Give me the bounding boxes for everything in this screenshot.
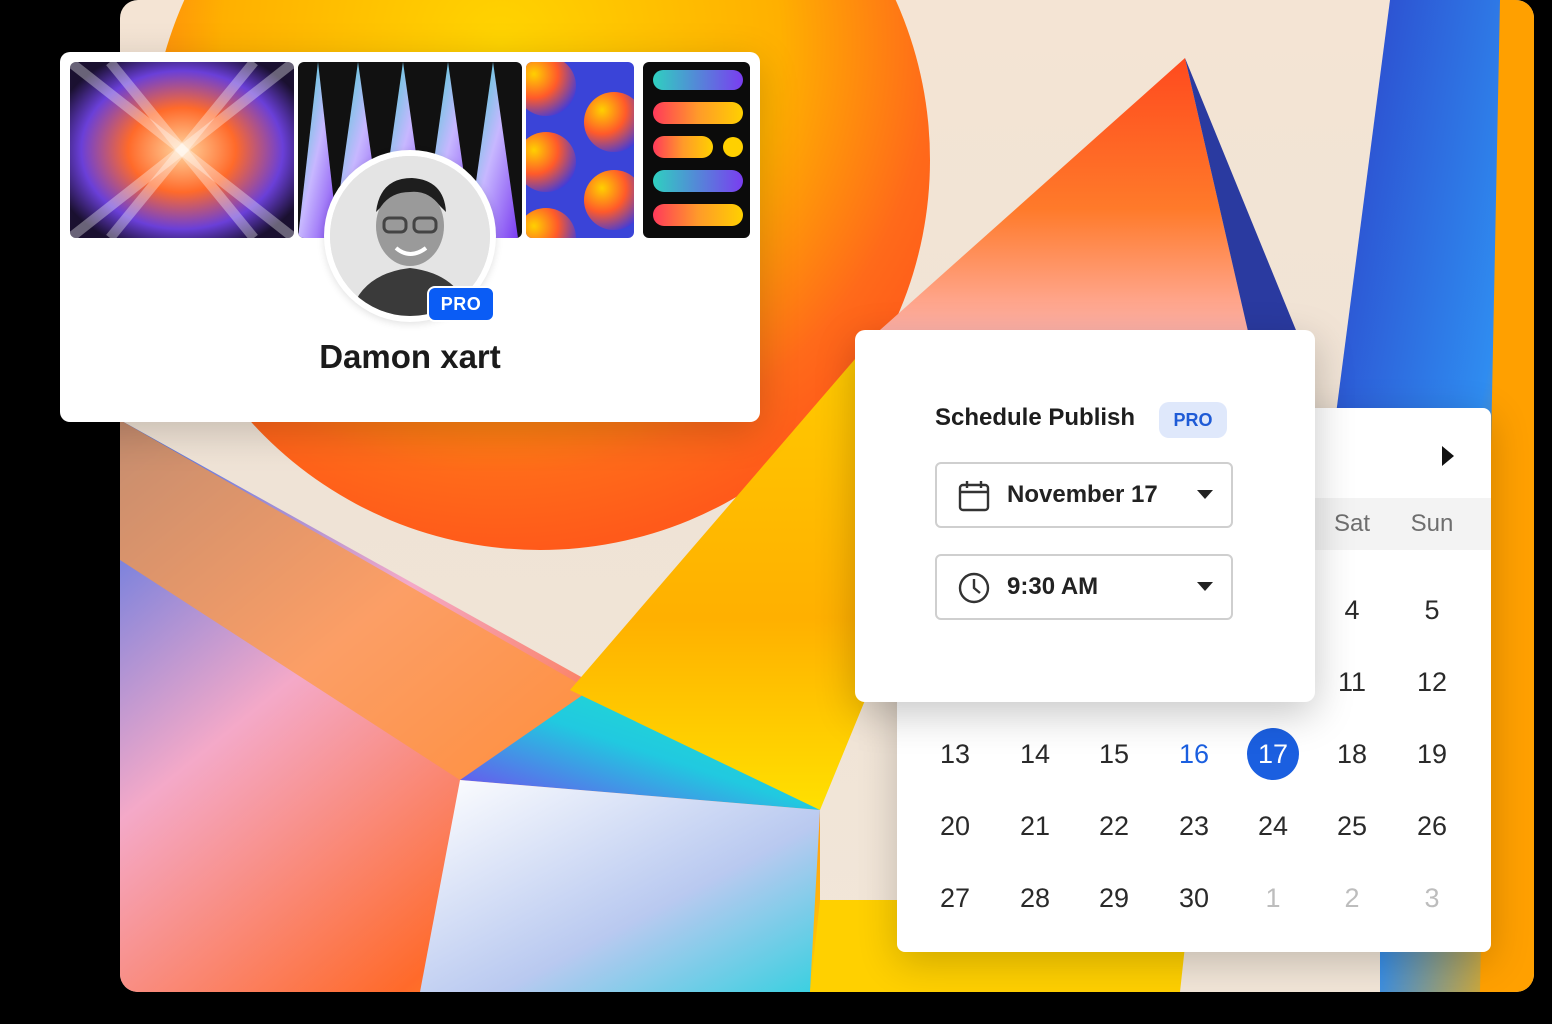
calendar-day[interactable]: 3 <box>1402 872 1462 924</box>
calendar-day[interactable]: 4 <box>1322 584 1382 636</box>
time-dropdown[interactable]: 9:30 AM <box>935 554 1233 620</box>
caret-down-icon <box>1197 490 1213 499</box>
profile-card: PRO Damon xart <box>60 52 760 422</box>
artwork-thumbnail-3[interactable] <box>526 62 634 238</box>
calendar-day[interactable]: 30 <box>1164 872 1224 924</box>
clock-icon <box>958 572 990 604</box>
caret-down-icon <box>1197 582 1213 591</box>
profile-name: Damon xart <box>319 338 501 375</box>
calendar-day[interactable]: 22 <box>1084 800 1144 852</box>
artwork-thumbnail-1[interactable] <box>70 62 294 238</box>
calendar-day[interactable]: 5 <box>1402 584 1462 636</box>
caret-right-icon[interactable] <box>1437 442 1459 470</box>
calendar-day[interactable]: 11 <box>1322 656 1382 708</box>
weekday-sun: Sun <box>1410 510 1454 537</box>
calendar-day[interactable]: 21 <box>1005 800 1065 852</box>
calendar-day[interactable]: 14 <box>1005 728 1065 780</box>
calendar-day[interactable]: 16 <box>1164 728 1224 780</box>
calendar-day[interactable]: 20 <box>925 800 985 852</box>
calendar-day[interactable]: 23 <box>1164 800 1224 852</box>
date-dropdown[interactable]: November 17 <box>935 462 1233 528</box>
pro-badge: PRO <box>1159 402 1227 438</box>
calendar-day[interactable]: 12 <box>1402 656 1462 708</box>
time-value: 9:30 AM <box>1007 573 1099 600</box>
schedule-title: Schedule Publish <box>935 404 1136 431</box>
pro-badge: PRO <box>427 286 495 322</box>
date-value: November 17 <box>1007 481 1158 508</box>
calendar-day[interactable]: 1 <box>1243 872 1303 924</box>
calendar-day[interactable]: 25 <box>1322 800 1382 852</box>
calendar-day[interactable]: 18 <box>1322 728 1382 780</box>
calendar-icon <box>958 481 990 512</box>
calendar-day[interactable]: 24 <box>1243 800 1303 852</box>
weekday-sat: Sat <box>1333 510 1371 537</box>
calendar-day[interactable]: 27 <box>925 872 985 924</box>
calendar-day[interactable]: 15 <box>1084 728 1144 780</box>
calendar-day[interactable]: 19 <box>1402 728 1462 780</box>
calendar-day[interactable]: 28 <box>1005 872 1065 924</box>
calendar-day[interactable]: 13 <box>925 728 985 780</box>
calendar-day-selected[interactable]: 17 <box>1243 728 1303 780</box>
schedule-publish-card: Schedule Publish PRO November 17 9:30 AM <box>855 330 1315 702</box>
calendar-day[interactable]: 29 <box>1084 872 1144 924</box>
artwork-thumbnail-4[interactable] <box>643 62 750 238</box>
calendar-day[interactable]: 26 <box>1402 800 1462 852</box>
calendar-day[interactable]: 2 <box>1322 872 1382 924</box>
